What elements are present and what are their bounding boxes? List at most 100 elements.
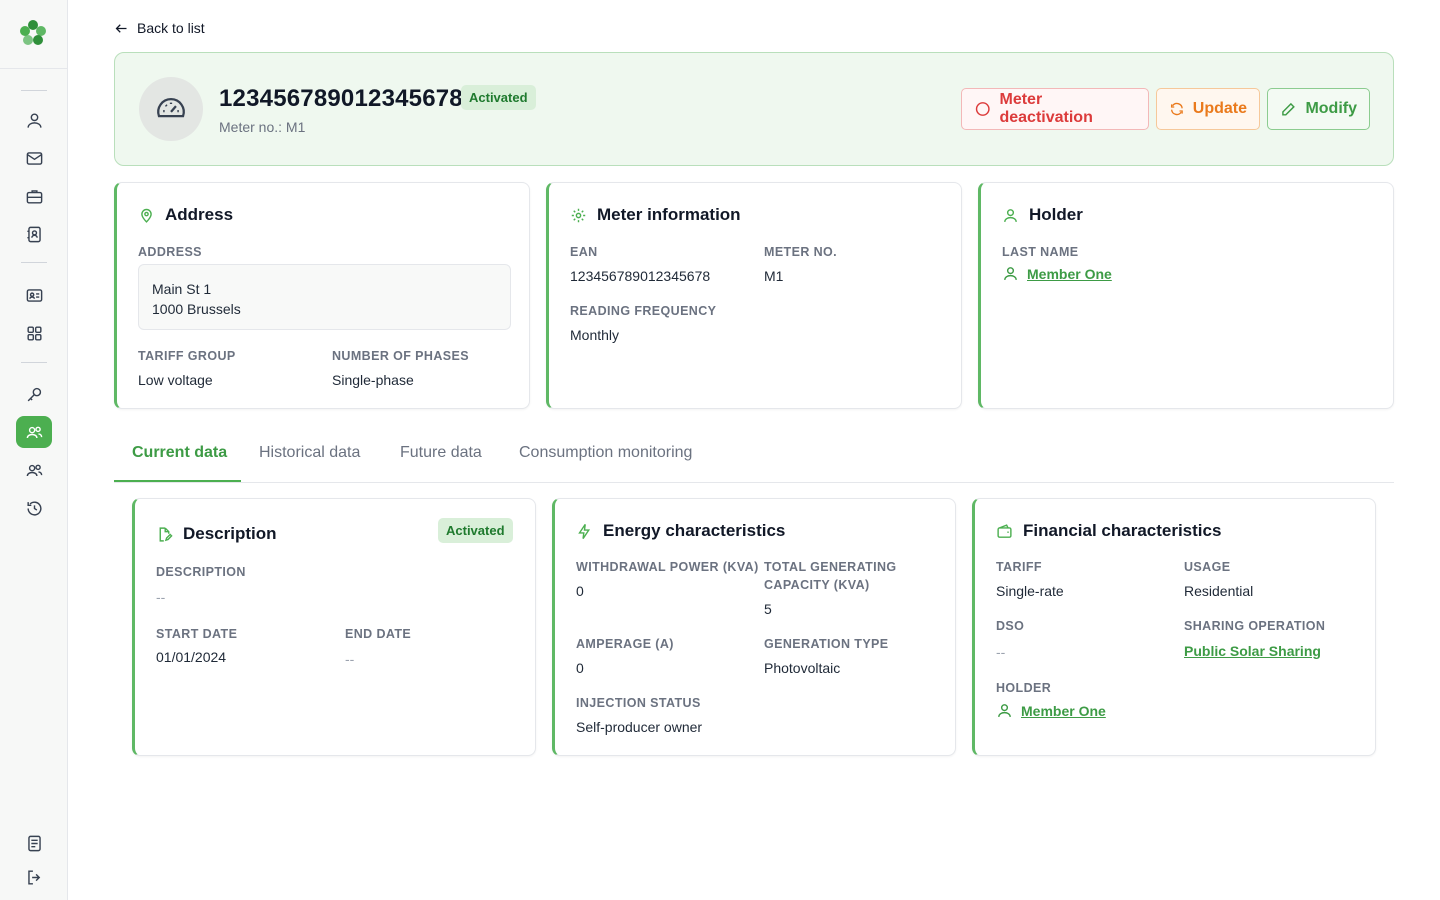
meter-header-card: 123456789012345678 Activated Meter no.: … bbox=[114, 52, 1394, 166]
address-title-text: Address bbox=[165, 205, 234, 224]
nav-contacts[interactable] bbox=[16, 218, 52, 250]
financial-card-title: Financial characteristics bbox=[996, 521, 1221, 541]
user-icon bbox=[1004, 267, 1017, 280]
meter-deactivation-label: Meter deactivation bbox=[999, 91, 1093, 126]
financial-holder-label: HOLDER bbox=[996, 681, 1052, 695]
withdrawal-power-label: WITHDRAWAL POWER (KVA) bbox=[576, 560, 759, 574]
history-icon bbox=[26, 501, 42, 516]
energy-card-title: Energy characteristics bbox=[576, 521, 785, 541]
meter-deactivation-button[interactable]: Meter deactivation bbox=[961, 88, 1149, 130]
wallet-icon bbox=[997, 523, 1012, 538]
holder-member-name: Member One bbox=[1027, 265, 1112, 282]
tab-historical-data[interactable]: Historical data bbox=[259, 444, 360, 462]
tab-consumption-monitoring[interactable]: Consumption monitoring bbox=[519, 444, 692, 462]
sharing-operation-link[interactable]: Public Solar Sharing bbox=[1184, 643, 1321, 659]
update-label: Update bbox=[1192, 100, 1247, 117]
generation-type-value: Photovoltaic bbox=[764, 660, 841, 676]
tariff-group-label: TARIFF GROUP bbox=[138, 349, 236, 363]
description-card: Description Activated DESCRIPTION -- STA… bbox=[132, 498, 536, 756]
refresh-icon bbox=[1170, 102, 1183, 116]
dso-value: -- bbox=[996, 644, 1006, 660]
back-to-list-link[interactable]: Back to list bbox=[114, 20, 205, 36]
last-name-label: LAST NAME bbox=[1002, 245, 1079, 259]
holder-card: Holder LAST NAME Member One bbox=[978, 182, 1394, 409]
nav-members[interactable] bbox=[16, 104, 52, 136]
meter-info-title-text: Meter information bbox=[597, 205, 741, 224]
description-label: DESCRIPTION bbox=[156, 565, 246, 579]
energy-characteristics-card: Energy characteristics WITHDRAWAL POWER … bbox=[552, 498, 956, 756]
description-status-badge: Activated bbox=[438, 518, 513, 543]
nav-id-cards[interactable] bbox=[16, 279, 52, 311]
start-date-value: 01/01/2024 bbox=[156, 649, 227, 665]
holder-card-title: Holder bbox=[1002, 205, 1083, 225]
pencil-icon bbox=[1282, 102, 1295, 116]
description-title-text: Description bbox=[183, 524, 277, 543]
address-card: Address ADDRESS Main St 1 1000 Brussels … bbox=[114, 182, 530, 409]
financial-title-text: Financial characteristics bbox=[1023, 521, 1222, 540]
start-date-label: START DATE bbox=[156, 627, 238, 641]
users-icon bbox=[26, 426, 42, 438]
tab-future-data[interactable]: Future data bbox=[400, 444, 482, 462]
reading-frequency-value: Monthly bbox=[570, 327, 620, 343]
phases-value: Single-phase bbox=[332, 372, 414, 388]
meter-no-label: METER NO. bbox=[764, 245, 838, 259]
nav-messages[interactable] bbox=[16, 142, 52, 174]
contact-book-icon bbox=[26, 226, 41, 242]
address-line-2: 1000 Brussels bbox=[152, 301, 241, 317]
clover-logo-icon[interactable] bbox=[18, 18, 48, 48]
mail-icon bbox=[26, 151, 42, 165]
phases-label: NUMBER OF PHASES bbox=[332, 349, 469, 363]
address-label: ADDRESS bbox=[138, 245, 202, 259]
sidebar-divider bbox=[21, 362, 47, 363]
update-button[interactable]: Update bbox=[1156, 88, 1260, 130]
nav-groups[interactable] bbox=[16, 454, 52, 486]
back-label: Back to list bbox=[137, 20, 205, 36]
address-line-1: Main St 1 bbox=[152, 281, 212, 297]
sidebar-top-separator bbox=[0, 68, 67, 69]
grid-icon bbox=[26, 325, 42, 341]
energy-title-text: Energy characteristics bbox=[603, 521, 786, 540]
reading-frequency-label: READING FREQUENCY bbox=[570, 304, 717, 318]
financial-holder-link[interactable]: Member One bbox=[996, 702, 1106, 719]
gear-icon bbox=[571, 208, 586, 222]
generating-capacity-label-line-1: TOTAL GENERATING bbox=[764, 560, 897, 574]
nav-logout[interactable] bbox=[16, 861, 52, 893]
circle-icon bbox=[975, 102, 990, 116]
generation-type-label: GENERATION TYPE bbox=[764, 637, 889, 651]
arrow-left-icon bbox=[115, 23, 127, 33]
tariff-value: Single-rate bbox=[996, 583, 1064, 599]
logout-icon bbox=[27, 869, 40, 885]
description-value: -- bbox=[156, 589, 166, 605]
dso-label: DSO bbox=[996, 619, 1025, 633]
data-tabs: Current data Historical data Future data… bbox=[114, 436, 1394, 483]
withdrawal-power-value: 0 bbox=[576, 583, 584, 599]
holder-title-text: Holder bbox=[1029, 205, 1083, 224]
meter-ean-title: 123456789012345678 bbox=[219, 85, 463, 112]
document-icon bbox=[27, 835, 41, 851]
nav-keys[interactable] bbox=[16, 378, 52, 410]
holder-member-link[interactable]: Member One bbox=[1002, 265, 1112, 282]
meter-info-card-title: Meter information bbox=[570, 205, 741, 225]
financial-holder-name: Member One bbox=[1021, 702, 1106, 719]
nav-dashboard[interactable] bbox=[16, 317, 52, 349]
nav-community[interactable] bbox=[16, 416, 52, 448]
tab-current-data[interactable]: Current data bbox=[132, 444, 227, 462]
address-box: Main St 1 1000 Brussels bbox=[138, 264, 511, 330]
nav-portfolio[interactable] bbox=[16, 180, 52, 212]
briefcase-icon bbox=[26, 189, 42, 204]
injection-status-label: INJECTION STATUS bbox=[576, 696, 701, 710]
user-icon bbox=[998, 704, 1011, 717]
user-icon bbox=[26, 112, 42, 128]
usage-label: USAGE bbox=[1184, 560, 1231, 574]
nav-history[interactable] bbox=[16, 492, 52, 524]
sharing-operation-label: SHARING OPERATION bbox=[1184, 619, 1326, 633]
modify-button[interactable]: Modify bbox=[1267, 88, 1370, 130]
generating-capacity-label-line-2: CAPACITY (KVA) bbox=[764, 578, 870, 592]
meter-number-subtitle: Meter no.: M1 bbox=[219, 119, 306, 135]
injection-status-value: Self-producer owner bbox=[576, 719, 703, 735]
meter-avatar bbox=[139, 77, 203, 141]
description-card-title: Description bbox=[156, 524, 277, 544]
nav-documents[interactable] bbox=[16, 827, 52, 859]
edit-document-icon bbox=[159, 526, 173, 542]
gauge-icon bbox=[157, 98, 185, 118]
